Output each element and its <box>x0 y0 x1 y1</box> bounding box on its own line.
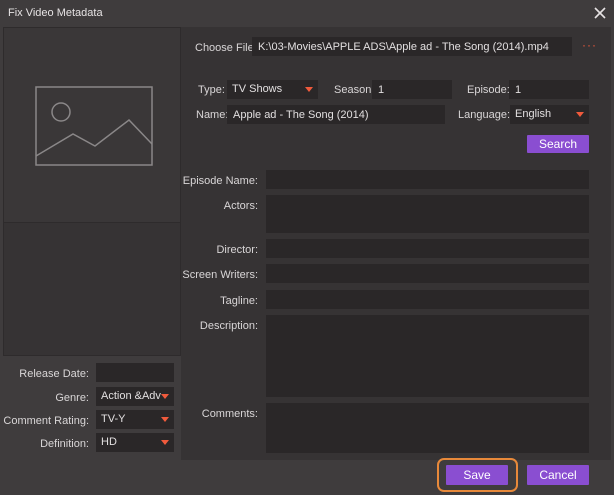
window-title: Fix Video Metadata <box>8 7 103 19</box>
comment-rating-label: Comment Rating: <box>3 415 89 427</box>
type-select[interactable]: TV Shows <box>227 80 318 99</box>
definition-value: HD <box>101 436 117 448</box>
chevron-down-icon <box>161 440 169 445</box>
close-icon[interactable] <box>590 3 610 23</box>
tagline-input[interactable] <box>266 290 589 309</box>
description-label: Description: <box>199 320 258 332</box>
release-date-input[interactable] <box>96 363 174 382</box>
chevron-down-icon <box>576 112 584 117</box>
cancel-button[interactable]: Cancel <box>527 465 589 485</box>
episode-label: Episode: <box>467 84 510 96</box>
chevron-down-icon <box>305 87 313 92</box>
thumbnail-area[interactable] <box>3 27 181 223</box>
screen-writers-label: Screen Writers: <box>182 269 258 281</box>
search-button[interactable]: Search <box>527 135 589 153</box>
comments-input[interactable] <box>266 403 589 453</box>
screen-writers-input[interactable] <box>266 264 589 283</box>
image-placeholder-icon <box>35 86 153 166</box>
season-label: Season: <box>334 84 375 96</box>
comments-label: Comments: <box>201 408 258 420</box>
comment-rating-select[interactable]: TV-Y <box>96 410 174 429</box>
release-date-label: Release Date: <box>19 368 89 380</box>
description-input[interactable] <box>266 315 589 397</box>
language-select[interactable]: English <box>510 105 589 124</box>
director-input[interactable] <box>266 239 589 258</box>
type-value: TV Shows <box>232 83 283 95</box>
episode-input[interactable]: 1 <box>509 80 589 99</box>
language-label: Language: <box>458 109 510 121</box>
comment-rating-value: TV-Y <box>101 413 126 425</box>
genre-label: Genre: <box>55 392 89 404</box>
type-label: Type: <box>198 84 225 96</box>
season-input[interactable]: 1 <box>372 80 452 99</box>
name-label: Name: <box>196 109 229 121</box>
actors-input[interactable] <box>266 195 589 233</box>
language-value: English <box>515 108 552 120</box>
definition-label: Definition: <box>40 438 89 450</box>
episode-name-label: Episode Name: <box>182 175 258 187</box>
episode-name-input[interactable] <box>266 170 589 189</box>
chevron-down-icon <box>161 417 169 422</box>
save-button[interactable]: Save <box>446 465 508 485</box>
genre-value: Action &Adv <box>101 390 161 402</box>
choose-file-label: Choose File: <box>195 42 257 54</box>
chevron-down-icon <box>161 394 169 399</box>
browse-button[interactable]: ··· <box>582 38 597 52</box>
actors-label: Actors: <box>223 200 258 212</box>
name-input[interactable]: Apple ad - The Song (2014) <box>227 105 445 124</box>
tagline-label: Tagline: <box>220 295 258 307</box>
director-label: Director: <box>216 244 258 256</box>
file-path-input[interactable]: K:\03-Movies\APPLE ADS\Apple ad - The So… <box>252 37 572 56</box>
genre-select[interactable]: Action &Adv <box>96 387 174 406</box>
thumbnail-lower-area <box>3 223 181 356</box>
definition-select[interactable]: HD <box>96 433 174 452</box>
